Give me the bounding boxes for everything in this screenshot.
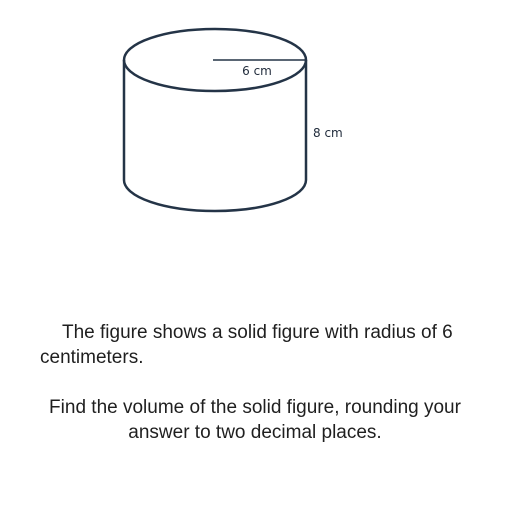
radius-label: 6 cm (242, 64, 272, 78)
problem-question: Find the volume of the solid figure, rou… (49, 397, 461, 443)
problem-statement: The figure shows a solid figure with rad… (40, 322, 453, 368)
cylinder-figure: 6 cm 8 cm (122, 27, 343, 213)
cylinder-bottom-arc (122, 179, 308, 213)
height-label: 8 cm (313, 126, 343, 140)
